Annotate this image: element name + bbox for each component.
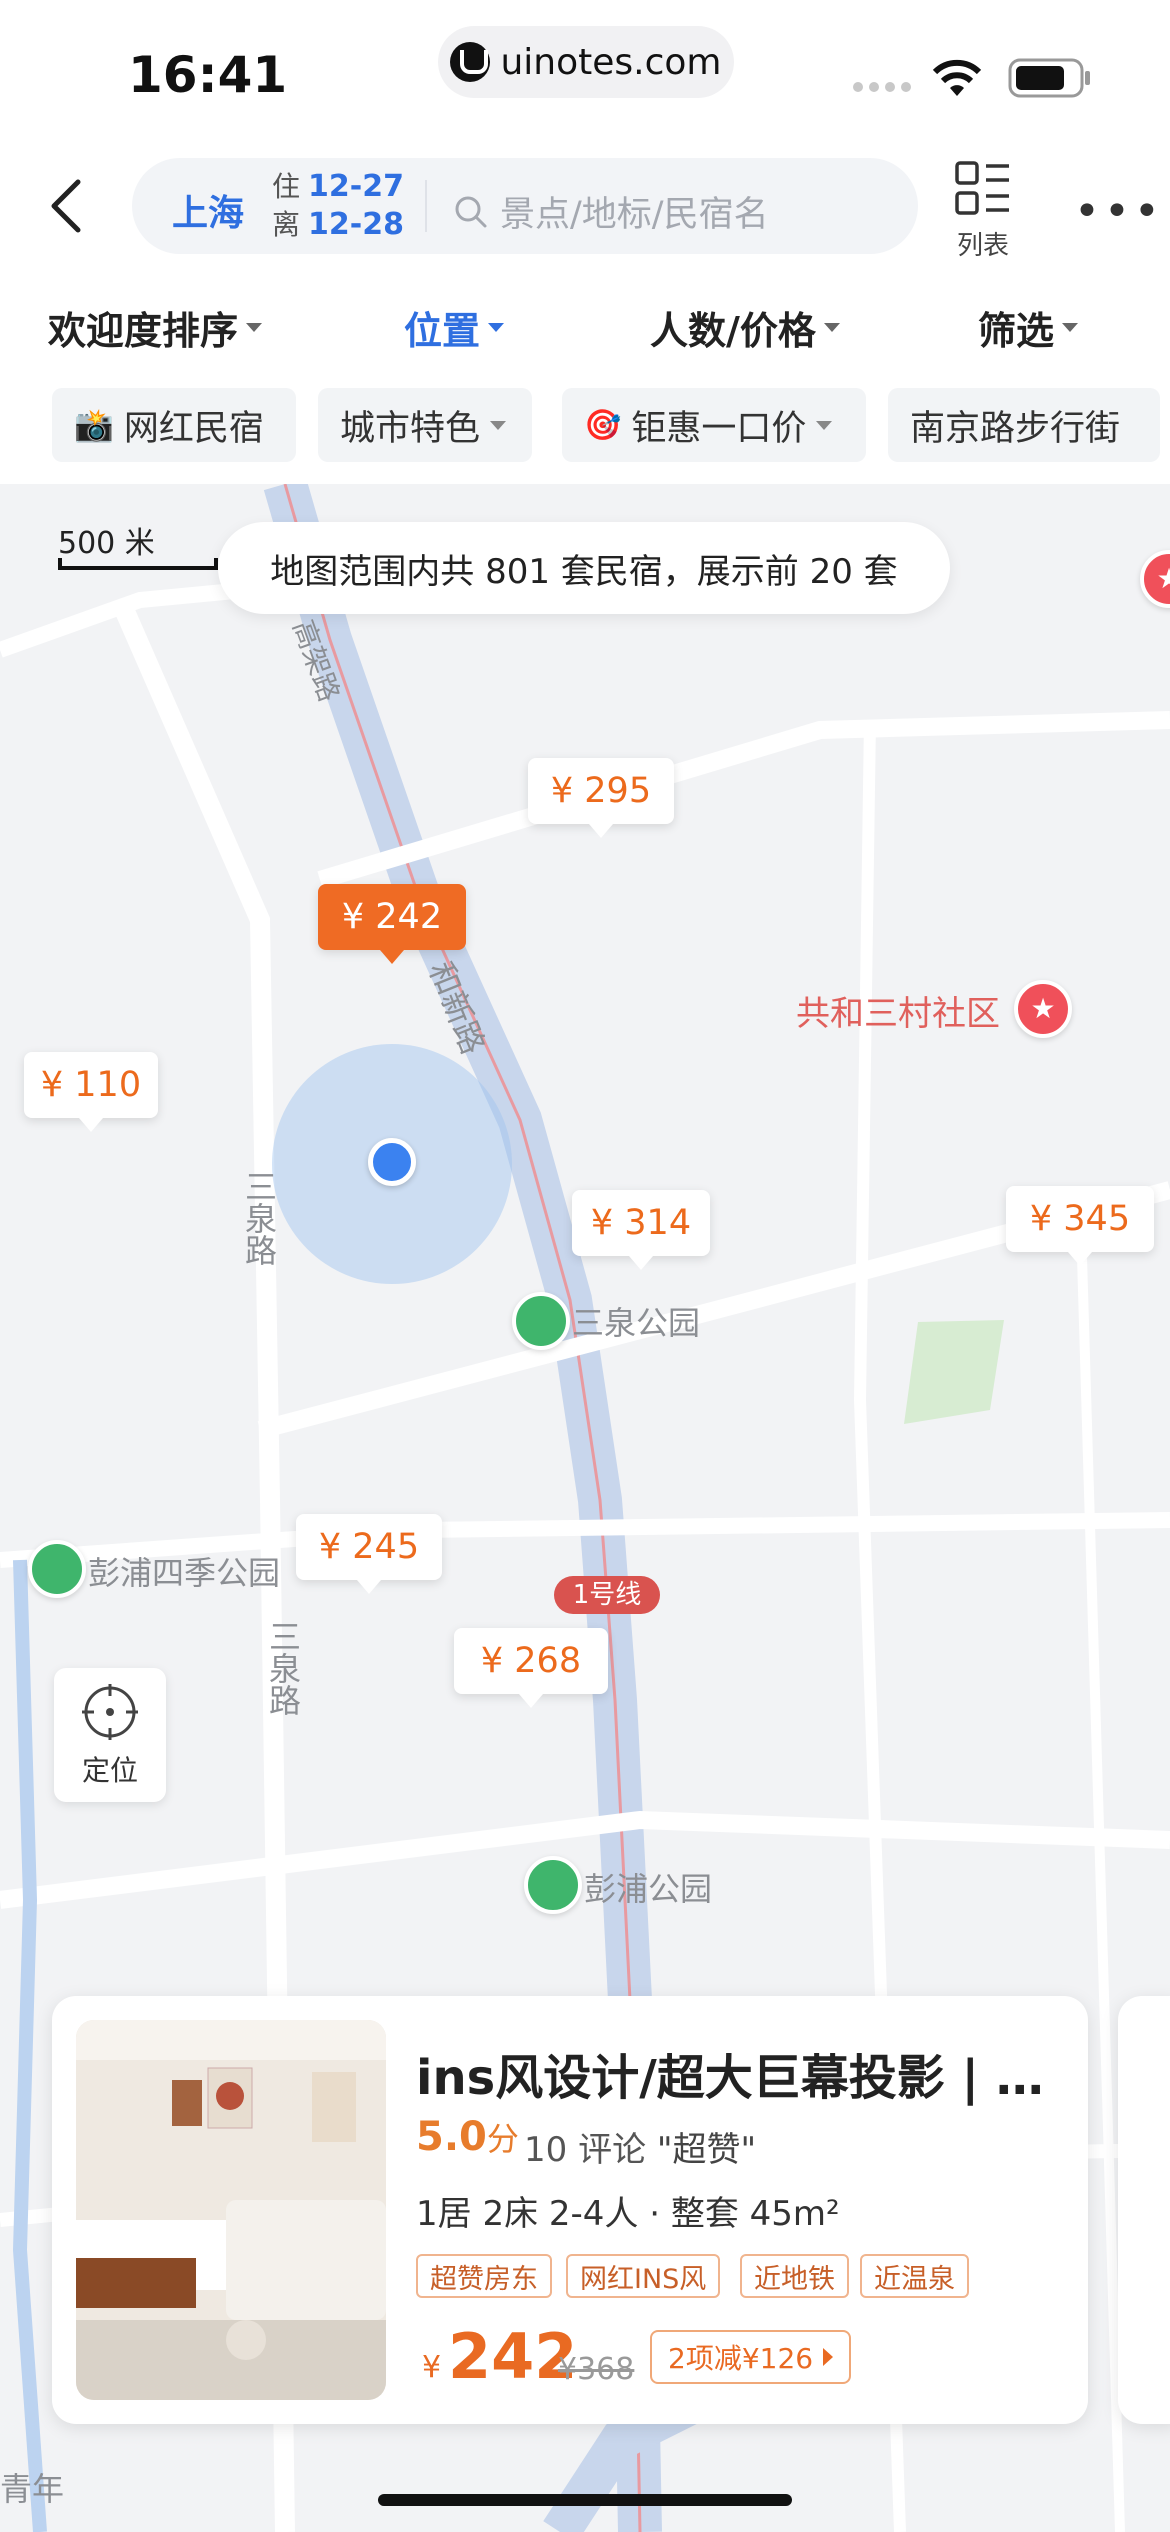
next-listing-card-peek[interactable]	[1118, 1996, 1170, 2424]
listing-tag: 近地铁	[740, 2254, 849, 2298]
price-marker[interactable]: ¥ 314	[572, 1190, 710, 1270]
price-marker[interactable]: ¥ 245	[296, 1514, 442, 1594]
listing-reviews: 10 评论 "超赞"	[524, 2122, 756, 2171]
status-bar: 16:41 uinotes.com	[0, 0, 1170, 140]
search-icon	[455, 196, 487, 227]
park-icon[interactable]	[28, 1540, 86, 1598]
checkin-label: 住	[272, 170, 301, 203]
chip-fixed-price-deal[interactable]: 🎯 钜惠一口价	[562, 388, 866, 462]
sort-popularity[interactable]: 欢迎度排序	[48, 300, 263, 355]
listing-tag: 网红INS风	[566, 2254, 721, 2298]
url-pill: uinotes.com	[438, 26, 734, 98]
caret-right-icon	[823, 2348, 834, 2366]
price-marker[interactable]: ¥ 345	[1006, 1186, 1154, 1266]
poi-label-sanquan-park: 三泉公园	[572, 1304, 701, 1342]
poi-label-gonghe: 共和三村社区	[796, 994, 1000, 1034]
status-time: 16:41	[128, 46, 288, 104]
listing-tag: 超赞房东	[416, 2254, 552, 2298]
price-marker[interactable]: ¥ 295	[528, 758, 674, 838]
listing-tag: 近温泉	[860, 2254, 969, 2298]
sort-location-label: 位置	[404, 309, 481, 353]
dropdown-arrow-icon	[488, 323, 505, 332]
sort-filter[interactable]: 筛选	[978, 300, 1079, 355]
park-icon[interactable]	[512, 1292, 570, 1350]
date-selector[interactable]: 住 12-27 离 12-28	[272, 168, 404, 244]
crosshair-icon	[82, 1684, 138, 1740]
map-scale-label: 500 米	[58, 526, 155, 561]
checkout-label: 离	[272, 208, 301, 241]
poi-label-pengpu-siji: 彭浦四季公园	[88, 1554, 281, 1592]
price-marker[interactable]: ¥ 268	[454, 1628, 608, 1708]
list-view-button[interactable]: 列表	[948, 160, 1018, 262]
current-location-dot	[368, 1138, 416, 1186]
park-icon[interactable]	[524, 1856, 582, 1914]
review-count: 10 评论	[524, 2130, 647, 2170]
checkin-date: 12-27	[308, 169, 404, 204]
search-placeholder: 景点/地标/民宿名	[500, 195, 769, 235]
promo-text: 2项减¥126	[668, 2342, 814, 2375]
poi-label-pengpu-park: 彭浦公园	[584, 1870, 713, 1908]
list-icon	[955, 161, 1009, 215]
signal-dots-icon	[853, 82, 911, 92]
listing-rating: 5.0分	[416, 2114, 519, 2160]
listing-title[interactable]: ins风设计/超大巨幕投影 | 近地铁 | 南京路	[416, 2038, 1056, 2108]
metro-line-badge: 1号线	[554, 1576, 660, 1614]
map-scale-bar	[58, 558, 218, 570]
home-indicator[interactable]	[378, 2494, 792, 2506]
sort-location[interactable]: 位置	[404, 300, 505, 355]
rating-unit: 分	[486, 2120, 519, 2158]
url-text: uinotes.com	[500, 41, 722, 83]
listing-room-info: 1居 2床 2-4人 · 整套 45m²	[416, 2194, 840, 2234]
price-marker-selected[interactable]: ¥ 242	[318, 884, 466, 964]
listing-original-price: ¥368	[558, 2352, 635, 2387]
sort-filter-label: 筛选	[978, 309, 1055, 353]
chip-city-feature[interactable]: 城市特色	[318, 388, 532, 462]
chip-label: 城市特色	[340, 408, 481, 449]
chip-influencer-stay[interactable]: 📸 网红民宿	[52, 388, 296, 462]
wifi-icon	[932, 59, 982, 96]
camera-icon: 📸	[74, 406, 114, 444]
promo-discount-button[interactable]: 2项减¥126	[650, 2330, 852, 2384]
site-logo-icon	[450, 42, 491, 82]
chip-label: 南京路步行街	[910, 408, 1121, 449]
dropdown-arrow-icon	[1062, 323, 1079, 332]
locate-button[interactable]: 定位	[54, 1668, 166, 1802]
listing-photo[interactable]	[76, 2020, 386, 2400]
area-label: 青年	[0, 2470, 65, 2508]
city-selector[interactable]: 上海	[172, 184, 244, 236]
search-divider	[425, 180, 427, 232]
dropdown-arrow-icon	[816, 420, 833, 430]
price-marker[interactable]: ¥ 110	[24, 1052, 158, 1132]
target-icon: 🎯	[584, 407, 622, 443]
checkout-date: 12-28	[308, 207, 404, 242]
price-currency: ¥	[422, 2350, 442, 2385]
dropdown-arrow-icon	[823, 323, 840, 332]
back-arrow-icon[interactable]	[44, 178, 94, 234]
locate-label: 定位	[81, 1754, 138, 1787]
dropdown-arrow-icon	[246, 323, 263, 332]
room-photo-image	[76, 2020, 386, 2400]
sort-guests-price-label: 人数/价格	[650, 309, 816, 353]
chip-label: 钜惠一口价	[631, 408, 807, 449]
chip-label: 网红民宿	[123, 408, 264, 449]
review-tag: "超赞"	[656, 2130, 757, 2170]
battery-icon	[1008, 58, 1090, 98]
road-label: 三泉路	[264, 1620, 302, 1716]
chip-nanjing-road[interactable]: 南京路步行街	[888, 388, 1160, 462]
map-count-banner: 地图范围内共 801 套民宿，展示前 20 套	[218, 522, 950, 614]
search-input[interactable]: 景点/地标/民宿名	[454, 186, 769, 237]
road-label: 三泉路	[240, 1170, 278, 1266]
poi-marker[interactable]: ★	[1014, 980, 1072, 1038]
more-icon[interactable]: •••	[1074, 186, 1164, 237]
sort-guests-price[interactable]: 人数/价格	[650, 300, 840, 355]
rating-value: 5.0	[416, 2114, 487, 2160]
list-view-label: 列表	[956, 231, 1009, 261]
sort-popularity-label: 欢迎度排序	[48, 309, 239, 353]
dropdown-arrow-icon	[490, 420, 507, 430]
